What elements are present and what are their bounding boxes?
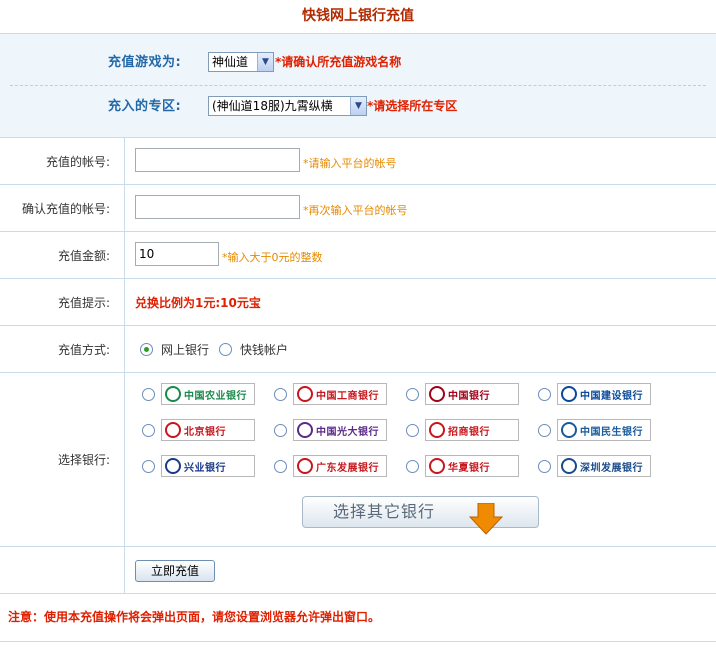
bank-option-boc[interactable]: 中国银行: [425, 383, 519, 405]
bank-radio-sdb[interactable]: [538, 460, 551, 473]
other-bank-button[interactable]: 选择其它银行: [302, 496, 539, 528]
bank-name: 深圳发展银行: [580, 462, 643, 474]
bank-label: 选择银行:: [0, 373, 125, 546]
bank-radio-ceb[interactable]: [274, 424, 287, 437]
bank-option-hxb[interactable]: 华夏银行: [425, 455, 519, 477]
bottom-divider: [0, 641, 716, 642]
bank-radio-abc[interactable]: [142, 388, 155, 401]
arrow-down-icon: [469, 503, 503, 535]
bank-name: 招商银行: [448, 426, 490, 438]
bank-option-sdb[interactable]: 深圳发展银行: [557, 455, 651, 477]
bank-radio-gdb[interactable]: [274, 460, 287, 473]
bank-option-cmbc[interactable]: 中国民生银行: [557, 419, 651, 441]
bank-option-bob[interactable]: 北京银行: [161, 419, 255, 441]
bank-radio-cmbc[interactable]: [538, 424, 551, 437]
method-row: 充值方式: 网上银行 快钱帐户: [0, 326, 716, 373]
amount-row: 充值金额: 10 *输入大于0元的整数: [0, 232, 716, 279]
tip-label: 充值提示:: [0, 279, 125, 325]
confirm-account-label: 确认充值的帐号:: [0, 185, 125, 231]
game-label: 充值游戏为:: [108, 55, 182, 70]
bank-name: 中国光大银行: [316, 426, 379, 438]
confirm-account-row: 确认充值的帐号: *再次输入平台的帐号: [0, 185, 716, 232]
bank-radio-bob[interactable]: [142, 424, 155, 437]
boc-bank-icon: [429, 386, 445, 402]
bank-option-ceb[interactable]: 中国光大银行: [293, 419, 387, 441]
submit-label-cell: [0, 547, 125, 593]
tip-row: 充值提示: 兑换比例为1元:10元宝: [0, 279, 716, 326]
cib-bank-icon: [165, 458, 181, 474]
bank-radio-cib[interactable]: [142, 460, 155, 473]
exchange-ratio-text: 兑换比例为1元:10元宝: [135, 296, 261, 310]
game-selection-panel: 充值游戏为: 神仙道 ▼ *请确认所充值游戏名称 充入的专区: (神仙道18服)…: [0, 34, 716, 138]
ceb-bank-icon: [297, 422, 313, 438]
game-select[interactable]: 神仙道 ▼: [208, 52, 274, 72]
cmb-bank-icon: [429, 422, 445, 438]
bank-name: 中国建设银行: [580, 390, 643, 402]
bank-option-icbc[interactable]: 中国工商银行: [293, 383, 387, 405]
bank-name: 中国银行: [448, 390, 490, 402]
abc-bank-icon: [165, 386, 181, 402]
bank-name: 中国工商银行: [316, 390, 379, 402]
account-hint: *请输入平台的帐号: [303, 157, 397, 170]
bank-option-cmb[interactable]: 招商银行: [425, 419, 519, 441]
account-input[interactable]: [135, 148, 300, 172]
method-radio-online-bank[interactable]: [140, 343, 153, 356]
bob-bank-icon: [165, 422, 181, 438]
bank-option-gdb[interactable]: 广东发展银行: [293, 455, 387, 477]
chevron-down-icon[interactable]: ▼: [257, 53, 273, 71]
bank-option-cib[interactable]: 兴业银行: [161, 455, 255, 477]
zone-select-value: (神仙道18服)九霄纵横: [212, 99, 333, 113]
divider: [10, 85, 706, 86]
amount-input[interactable]: 10: [135, 242, 219, 266]
hxb-bank-icon: [429, 458, 445, 474]
bank-option-abc[interactable]: 中国农业银行: [161, 383, 255, 405]
popup-notice: 注意：使用本充值操作将会弹出页面，请您设置浏览器允许弹出窗口。: [8, 610, 381, 624]
zone-select[interactable]: (神仙道18服)九霄纵横 ▼: [208, 96, 367, 116]
chevron-down-icon[interactable]: ▼: [350, 97, 366, 115]
gdb-bank-icon: [297, 458, 313, 474]
method-radio-kuaiqian-account[interactable]: [219, 343, 232, 356]
submit-button[interactable]: 立即充值: [135, 560, 215, 582]
bank-name: 华夏银行: [448, 462, 490, 474]
bank-name: 中国农业银行: [184, 390, 247, 402]
account-label: 充值的帐号:: [0, 138, 125, 184]
amount-label: 充值金额:: [0, 232, 125, 278]
bank-name: 中国民生银行: [580, 426, 643, 438]
bank-radio-cmb[interactable]: [406, 424, 419, 437]
account-row: 充值的帐号: *请输入平台的帐号: [0, 138, 716, 185]
page-title: 快钱网上银行充值: [0, 0, 716, 34]
confirm-account-hint: *再次输入平台的帐号: [303, 204, 408, 217]
method-label: 充值方式:: [0, 326, 125, 372]
bank-radio-icbc[interactable]: [274, 388, 287, 401]
bank-option-ccb[interactable]: 中国建设银行: [557, 383, 651, 405]
confirm-account-input[interactable]: [135, 195, 300, 219]
cmbc-bank-icon: [561, 422, 577, 438]
sdb-bank-icon: [561, 458, 577, 474]
method-option-online-bank[interactable]: 网上银行: [161, 343, 209, 357]
game-hint: *请确认所充值游戏名称: [275, 55, 402, 69]
game-row: 充值游戏为: 神仙道 ▼ *请确认所充值游戏名称: [0, 52, 716, 86]
bank-radio-ccb[interactable]: [538, 388, 551, 401]
bank-name: 广东发展银行: [316, 462, 379, 474]
zone-hint: *请选择所在专区: [367, 99, 458, 113]
bank-radio-boc[interactable]: [406, 388, 419, 401]
game-select-value: 神仙道: [212, 55, 249, 69]
amount-hint: *输入大于0元的整数: [222, 251, 323, 264]
bank-name: 北京银行: [184, 426, 226, 438]
bank-name: 兴业银行: [184, 462, 226, 474]
ccb-bank-icon: [561, 386, 577, 402]
zone-label: 充入的专区:: [108, 99, 182, 114]
bank-radio-hxb[interactable]: [406, 460, 419, 473]
icbc-bank-icon: [297, 386, 313, 402]
method-option-kuaiqian-account[interactable]: 快钱帐户: [240, 343, 288, 357]
zone-row: 充入的专区: (神仙道18服)九霄纵横 ▼ *请选择所在专区: [0, 96, 716, 130]
submit-row: [0, 547, 716, 594]
